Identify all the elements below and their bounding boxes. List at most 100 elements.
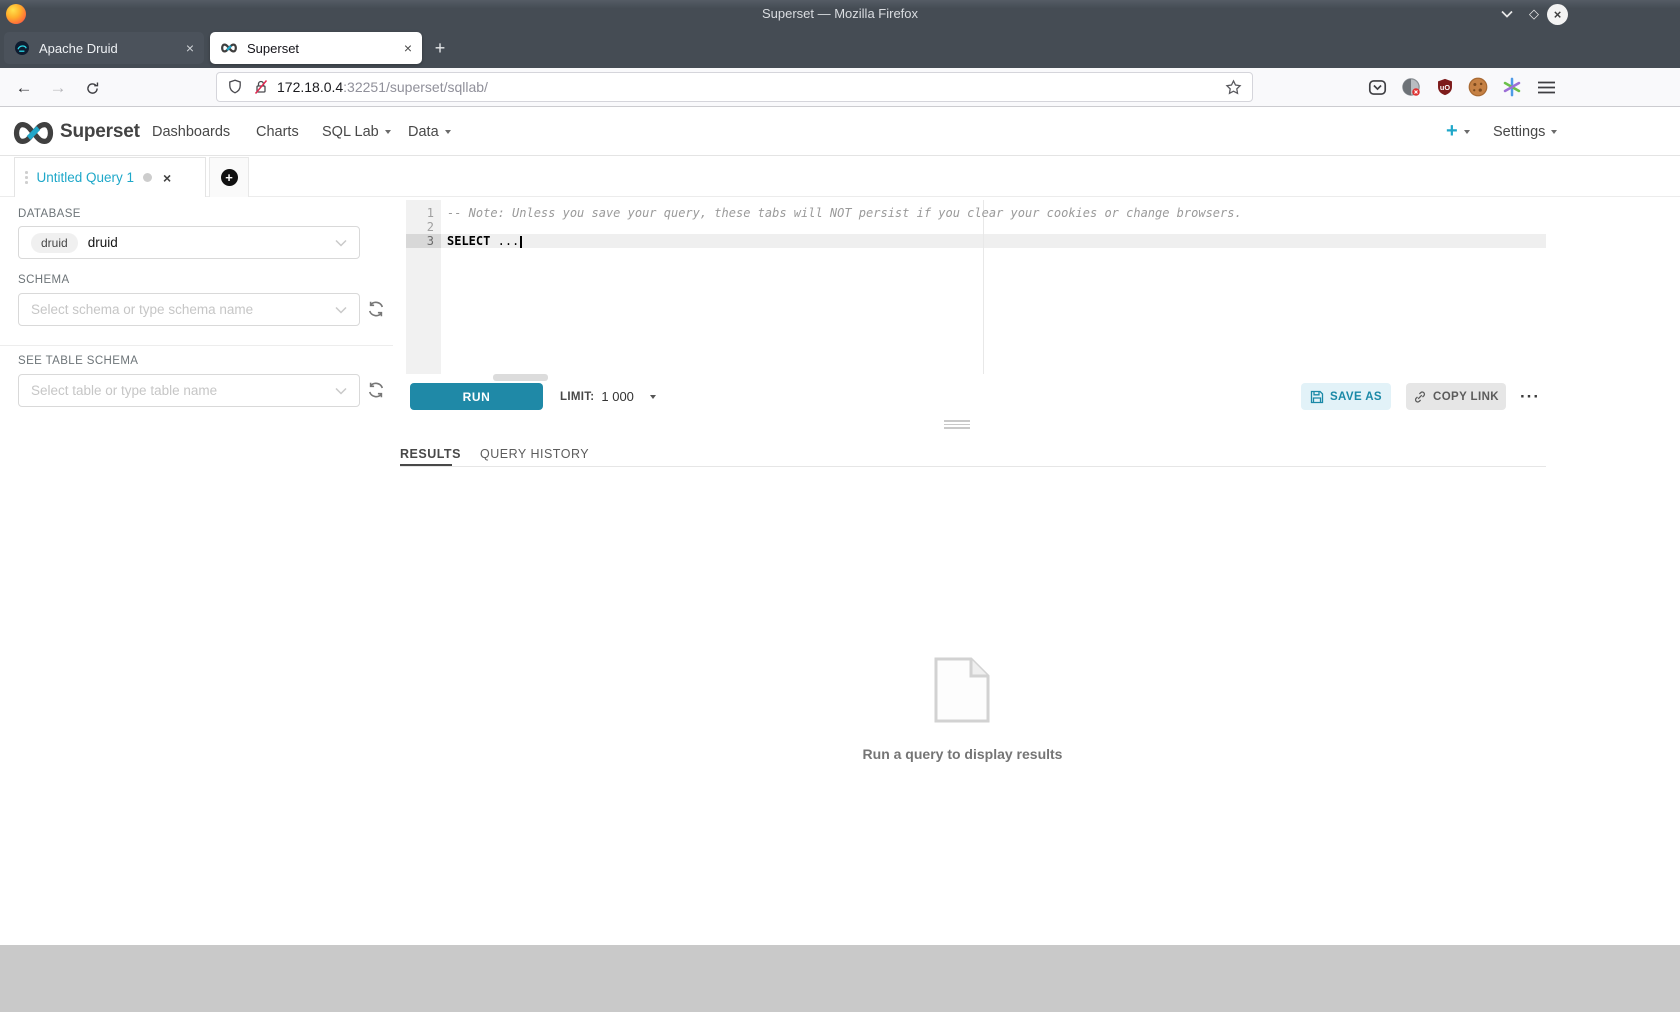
results-tabs-border — [400, 466, 1546, 467]
new-object-button[interactable]: + — [1446, 108, 1470, 156]
chevron-down-icon — [385, 130, 391, 134]
desktop-background — [0, 945, 1680, 1012]
tab-results[interactable]: RESULTS — [400, 444, 461, 465]
plus-icon: + — [435, 38, 446, 59]
nav-item-data[interactable]: Data — [408, 108, 451, 156]
query-tab-label: Untitled Query 1 — [37, 170, 135, 185]
privacy-extension-icon[interactable] — [1400, 76, 1422, 98]
limit-value: 1 000 — [601, 389, 634, 404]
database-select[interactable]: druid druid — [18, 226, 360, 259]
nav-item-sql-lab[interactable]: SQL Lab — [322, 108, 391, 156]
chevron-down-icon — [1551, 130, 1557, 134]
save-floppy-icon — [1310, 390, 1324, 404]
gutter-line-number-active: 3 — [406, 234, 441, 248]
sql-comment-line: -- Note: Unless you save your query, the… — [447, 206, 1242, 220]
forward-arrow-icon: → — [50, 78, 67, 98]
database-label: DATABASE — [18, 208, 81, 220]
sidebar-divider — [0, 345, 393, 346]
menu-hamburger-icon[interactable] — [1535, 76, 1557, 98]
table-schema-label: SEE TABLE SCHEMA — [18, 355, 138, 367]
svg-text:uO: uO — [1440, 83, 1450, 92]
forward-button[interactable]: → — [44, 74, 72, 102]
shield-icon[interactable] — [227, 79, 243, 95]
url-bar[interactable]: 172.18.0.4:32251/superset/sqllab/ — [216, 72, 1253, 102]
nav-item-dashboards[interactable]: Dashboards — [152, 108, 230, 156]
new-tab-button[interactable]: + — [428, 36, 452, 60]
superset-navbar — [0, 108, 1680, 156]
chevron-down-icon — [335, 306, 347, 314]
close-icon: × — [1554, 7, 1562, 22]
back-button[interactable]: ← — [10, 74, 38, 102]
schema-label: SCHEMA — [18, 274, 70, 286]
run-query-button[interactable]: RUN — [410, 383, 543, 410]
window-maximize-button[interactable]: ◇ — [1524, 4, 1544, 24]
chevron-down-icon — [335, 239, 347, 247]
table-select[interactable]: Select table or type table name — [18, 374, 360, 407]
editor-hscrollbar[interactable] — [493, 374, 548, 381]
tab-query-history[interactable]: QUERY HISTORY — [480, 444, 589, 465]
text-cursor — [520, 236, 522, 248]
schema-select[interactable]: Select schema or type schema name — [18, 293, 360, 326]
database-tag: druid — [31, 233, 78, 253]
link-icon — [1413, 390, 1427, 404]
window-title: Superset — Mozilla Firefox — [0, 0, 1680, 28]
plus-circle-icon: + — [221, 169, 238, 186]
empty-results-message: Run a query to display results — [820, 746, 1105, 762]
more-actions-button[interactable]: ··· — [1516, 383, 1544, 410]
url-text[interactable]: 172.18.0.4:32251/superset/sqllab/ — [277, 79, 1225, 95]
superset-logo-icon[interactable] — [11, 119, 56, 147]
schema-placeholder: Select schema or type schema name — [31, 302, 327, 317]
settings-menu[interactable]: Settings — [1493, 108, 1557, 156]
url-path: :32251/superset/sqllab/ — [343, 79, 488, 95]
chevron-down-icon — [1464, 130, 1470, 134]
gutter-line-number: 1 — [406, 206, 441, 220]
reload-icon — [85, 81, 100, 96]
superset-brand[interactable]: Superset — [60, 108, 140, 156]
back-arrow-icon: ← — [16, 78, 33, 98]
nav-item-charts[interactable]: Charts — [256, 108, 299, 156]
close-icon[interactable]: × — [163, 170, 171, 186]
chevron-down-icon — [650, 395, 656, 399]
druid-favicon — [14, 40, 30, 56]
copy-link-button[interactable]: COPY LINK — [1406, 383, 1506, 410]
add-query-tab-button[interactable]: + — [209, 157, 249, 197]
chevron-down-icon — [445, 130, 451, 134]
chevron-down-icon — [335, 387, 347, 395]
reload-button[interactable] — [78, 74, 106, 102]
ublock-origin-icon[interactable]: uO — [1434, 76, 1456, 98]
window-minimize-button[interactable] — [1497, 4, 1517, 24]
browser-tab-superset[interactable]: Superset × — [210, 32, 422, 64]
gutter-line-number: 2 — [406, 220, 441, 234]
window-titlebar: Superset — Mozilla Firefox ◇ × — [0, 0, 1680, 28]
window-close-button[interactable]: × — [1547, 4, 1568, 25]
empty-document-icon — [933, 656, 991, 724]
insecure-lock-icon[interactable] — [253, 79, 269, 95]
tab-menu-kebab-icon[interactable] — [25, 171, 28, 184]
browser-tab-strip: Apache Druid × Superset × + — [0, 28, 1680, 68]
close-icon[interactable]: × — [404, 40, 412, 56]
cookie-extension-icon[interactable] — [1467, 76, 1489, 98]
bookmark-star-icon[interactable] — [1225, 79, 1242, 96]
pane-resize-handle[interactable] — [944, 420, 970, 429]
query-tab-row-border — [0, 196, 1680, 197]
limit-dropdown[interactable]: LIMIT: 1 000 — [560, 383, 656, 410]
table-placeholder: Select table or type table name — [31, 383, 327, 398]
sql-editor[interactable]: 1 2 3 -- Note: Unless you save your quer… — [406, 200, 1546, 374]
query-state-dot — [143, 173, 152, 182]
pocket-icon[interactable] — [1366, 76, 1388, 98]
print-margin — [983, 200, 984, 374]
database-value: druid — [88, 235, 327, 250]
refresh-tables-button[interactable] — [366, 380, 386, 400]
active-line-highlight — [441, 234, 1546, 248]
limit-label: LIMIT: — [560, 391, 594, 403]
refresh-schemas-button[interactable] — [366, 299, 386, 319]
sql-code-line: SELECT ... — [447, 234, 522, 248]
spark-extension-icon[interactable] — [1501, 76, 1523, 98]
sql-code-rest: ... — [490, 234, 519, 248]
close-icon[interactable]: × — [186, 40, 194, 56]
browser-tab-druid[interactable]: Apache Druid × — [4, 32, 204, 64]
browser-tab-label: Apache Druid — [39, 41, 180, 56]
diamond-icon: ◇ — [1529, 6, 1539, 22]
save-as-button[interactable]: SAVE AS — [1301, 383, 1391, 410]
query-tab-active[interactable]: Untitled Query 1 × — [14, 157, 206, 197]
